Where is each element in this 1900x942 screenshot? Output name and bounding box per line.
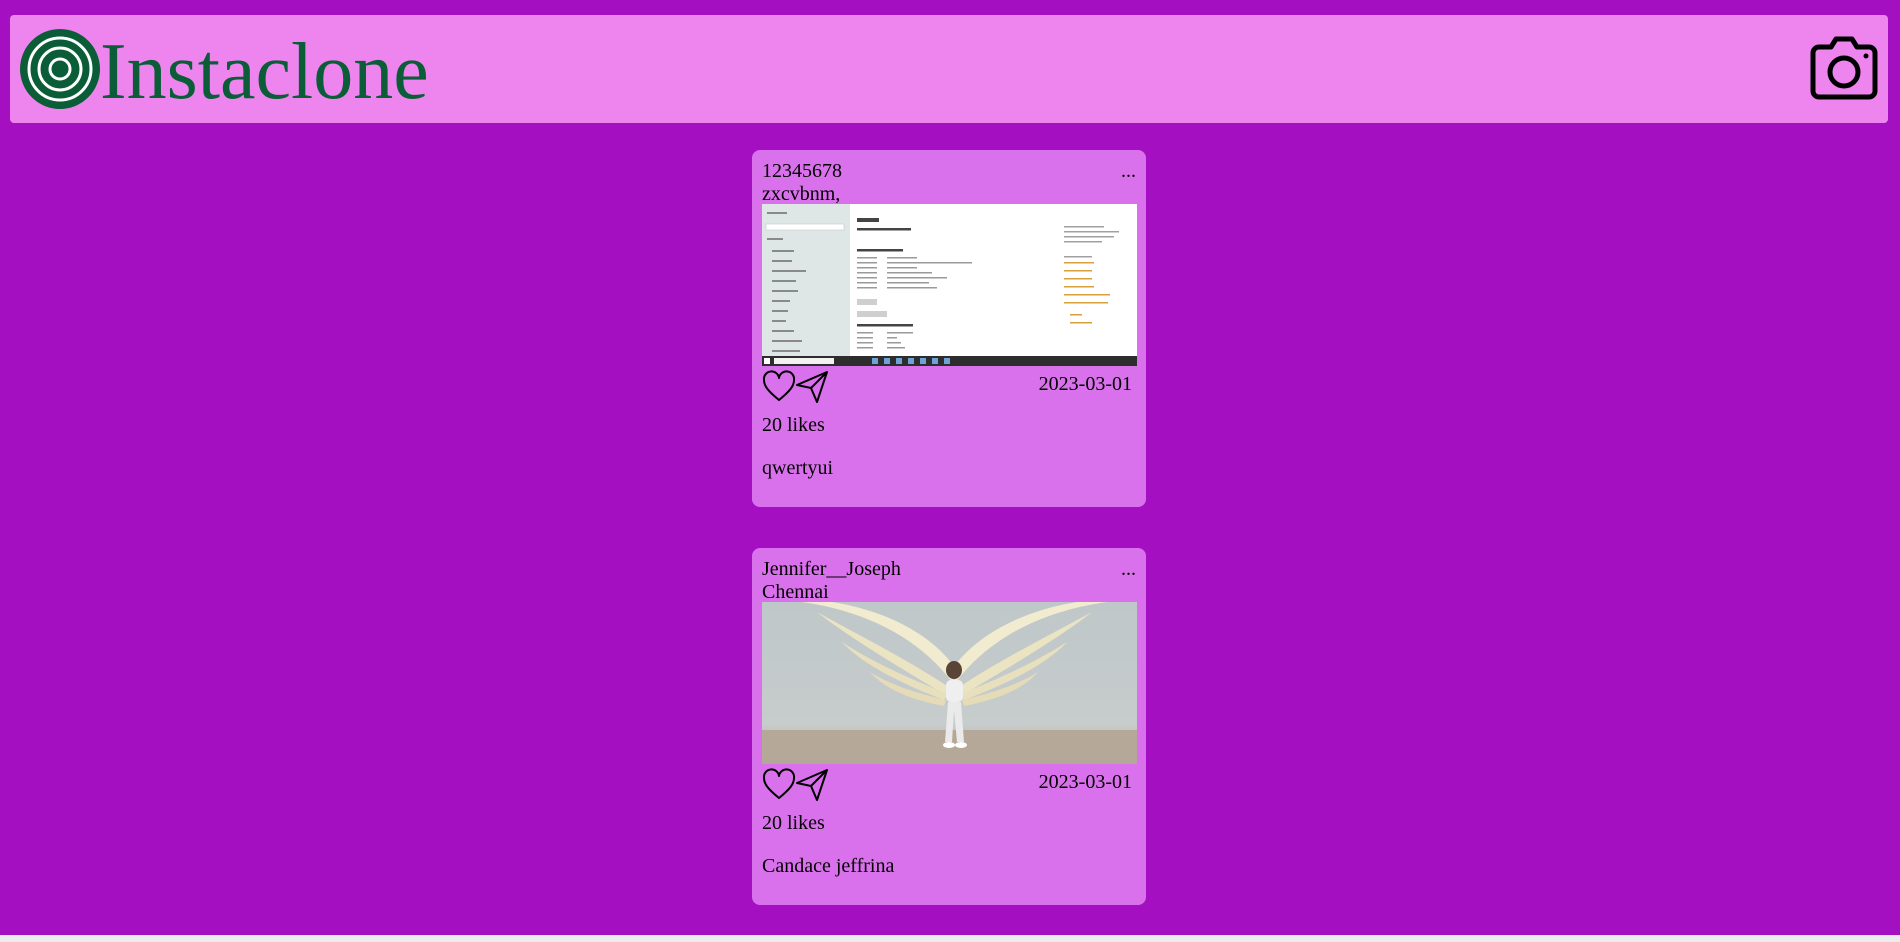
send-icon[interactable] — [795, 768, 829, 802]
target-rings-icon[interactable] — [19, 28, 101, 110]
likes-count: 20 likes — [762, 812, 825, 834]
app-background: Instaclone 12345678 zxcvbnm, ... 2023-03… — [0, 0, 1900, 935]
post-actions — [762, 370, 842, 404]
post-caption: qwertyui — [762, 457, 834, 479]
post-location: Chennai — [762, 581, 829, 603]
post-username[interactable]: 12345678 — [762, 159, 842, 183]
heart-icon[interactable] — [762, 768, 796, 802]
top-bar: Instaclone — [10, 15, 1888, 123]
camera-icon[interactable] — [1809, 33, 1879, 103]
app-title[interactable]: Instaclone — [100, 29, 429, 115]
wings-mural-image — [762, 602, 1137, 764]
heart-icon[interactable] — [762, 370, 796, 404]
more-options-button[interactable]: ... — [1121, 558, 1136, 580]
post-date: 2023-03-01 — [1038, 373, 1132, 395]
more-options-button[interactable]: ... — [1121, 160, 1136, 182]
screenshot-image — [762, 204, 1137, 366]
post-username[interactable]: Jennifer__Joseph — [762, 557, 901, 581]
post-card: Jennifer__Joseph Chennai ... 2023-03-01 … — [752, 548, 1146, 905]
post-caption: Candace jeffrina — [762, 855, 895, 877]
post-location: zxcvbnm, — [762, 183, 841, 205]
likes-count: 20 likes — [762, 414, 825, 436]
post-date: 2023-03-01 — [1038, 771, 1132, 793]
post-card: 12345678 zxcvbnm, ... 2023-03-01 20 like… — [752, 150, 1146, 507]
send-icon[interactable] — [795, 370, 829, 404]
post-image[interactable] — [762, 204, 1137, 366]
post-image[interactable] — [762, 602, 1137, 764]
post-actions — [762, 768, 842, 802]
